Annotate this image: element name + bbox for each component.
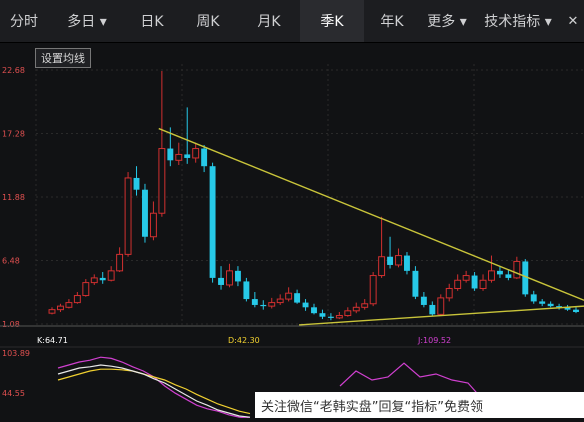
candlestick-chart: 22.6817.2811.886.481.08 K:64.71 D:42.30 … [0,64,584,419]
tab-monthly-k[interactable]: 月K [238,0,300,42]
candle-down [167,148,174,161]
candle-up [107,270,115,281]
indicator-k-value: K:64.71 [37,336,68,345]
candle-up [285,292,293,300]
candle-down [471,275,478,289]
candle-down [218,277,224,285]
candle-up [335,315,343,319]
tab-quarterly-k[interactable]: 季K [300,0,364,42]
trendline [158,127,584,301]
candle-up [344,310,352,317]
close-icon[interactable]: ✕ [562,0,584,42]
tab-yearly-k[interactable]: 年K [364,0,420,42]
set-moving-average-button[interactable]: 设置均线 [35,48,91,68]
candle-down [387,256,394,265]
candle-down [547,303,554,307]
candle-up [437,297,445,315]
candle-down [99,277,106,281]
y-tick-label: 11.88 [2,193,25,202]
candle-up [488,270,495,281]
candle-up [454,279,462,289]
candle-up [116,253,124,272]
tab-more[interactable]: 更多 ▾ [420,0,474,42]
period-tab-bar: 分时 多日 ▾ 日K 周K 月K 季K 年K 更多 ▾ 技术指标 ▾ ✕ [0,0,584,43]
candle-down [302,302,309,308]
candle-up [513,260,521,279]
candle-up [48,309,56,314]
tab-weekly-k[interactable]: 周K [178,0,238,42]
candle-up [352,306,360,312]
candle-down [505,274,512,278]
y-tick-label: 17.28 [2,130,25,139]
candle-down [260,304,267,307]
candle-up [65,302,73,308]
kdj-tick-top: 103.89 [2,349,30,358]
candle-down [530,294,537,302]
kdj-tick-mid: 44.55 [2,389,25,398]
candle-down [319,313,326,317]
indicator-d-value: D:42.30 [228,336,260,345]
candle-down [429,304,436,315]
watermark-banner: 关注微信“老韩实盘”回复“指标”免费领 [255,392,584,418]
candle-down [327,316,334,318]
candle-down [294,293,301,303]
candle-up [369,275,377,305]
tab-daily-k[interactable]: 日K [126,0,178,42]
y-tick-label: 1.08 [2,320,20,329]
candle-down [311,307,317,314]
candle-up [276,298,284,304]
candle-up [361,303,369,308]
y-tick-label: 6.48 [2,257,20,266]
candle-up [158,148,166,214]
candle-up [124,177,132,255]
candle-up [56,305,64,311]
y-tick-label: 22.68 [2,66,25,75]
candle-up [479,279,487,289]
candle-up [82,282,90,297]
candle-down [251,299,258,305]
candle-up [175,153,183,161]
candle-up [395,255,402,266]
candle-down [420,296,427,305]
candle-up [268,302,276,307]
kdj-d-line [57,368,251,415]
candle-up [462,275,470,281]
candle-up [445,287,453,299]
chart-area: 22.68 17.28 11.88 6.48 1.08 K:64.71 D:42.30 … [0,42,584,419]
candle-down [412,270,419,297]
kdj-j-line [57,356,251,419]
candle-down [142,189,148,237]
candle-up [90,277,98,284]
candle-up [73,295,81,304]
candle-down [573,309,579,313]
candle-down [201,148,208,167]
candle-down [539,301,546,304]
candle-down [133,177,140,190]
candle-up [192,148,200,159]
candle-up [378,256,386,277]
tab-multi-day[interactable]: 多日 ▾ [48,0,126,42]
candle-down [243,281,250,300]
candle-down [234,270,241,282]
candle-down [404,255,410,271]
candle-down [496,270,503,275]
tab-technical-indicators[interactable]: 技术指标 ▾ [474,0,562,42]
tab-fenshi[interactable]: 分时 [0,0,48,42]
candle-up [149,212,157,238]
candle-up [226,270,233,286]
candle-down [184,154,191,158]
candle-down [209,166,216,278]
indicator-j-value: J:109.52 [417,336,451,345]
kdj-k-line [57,364,251,418]
